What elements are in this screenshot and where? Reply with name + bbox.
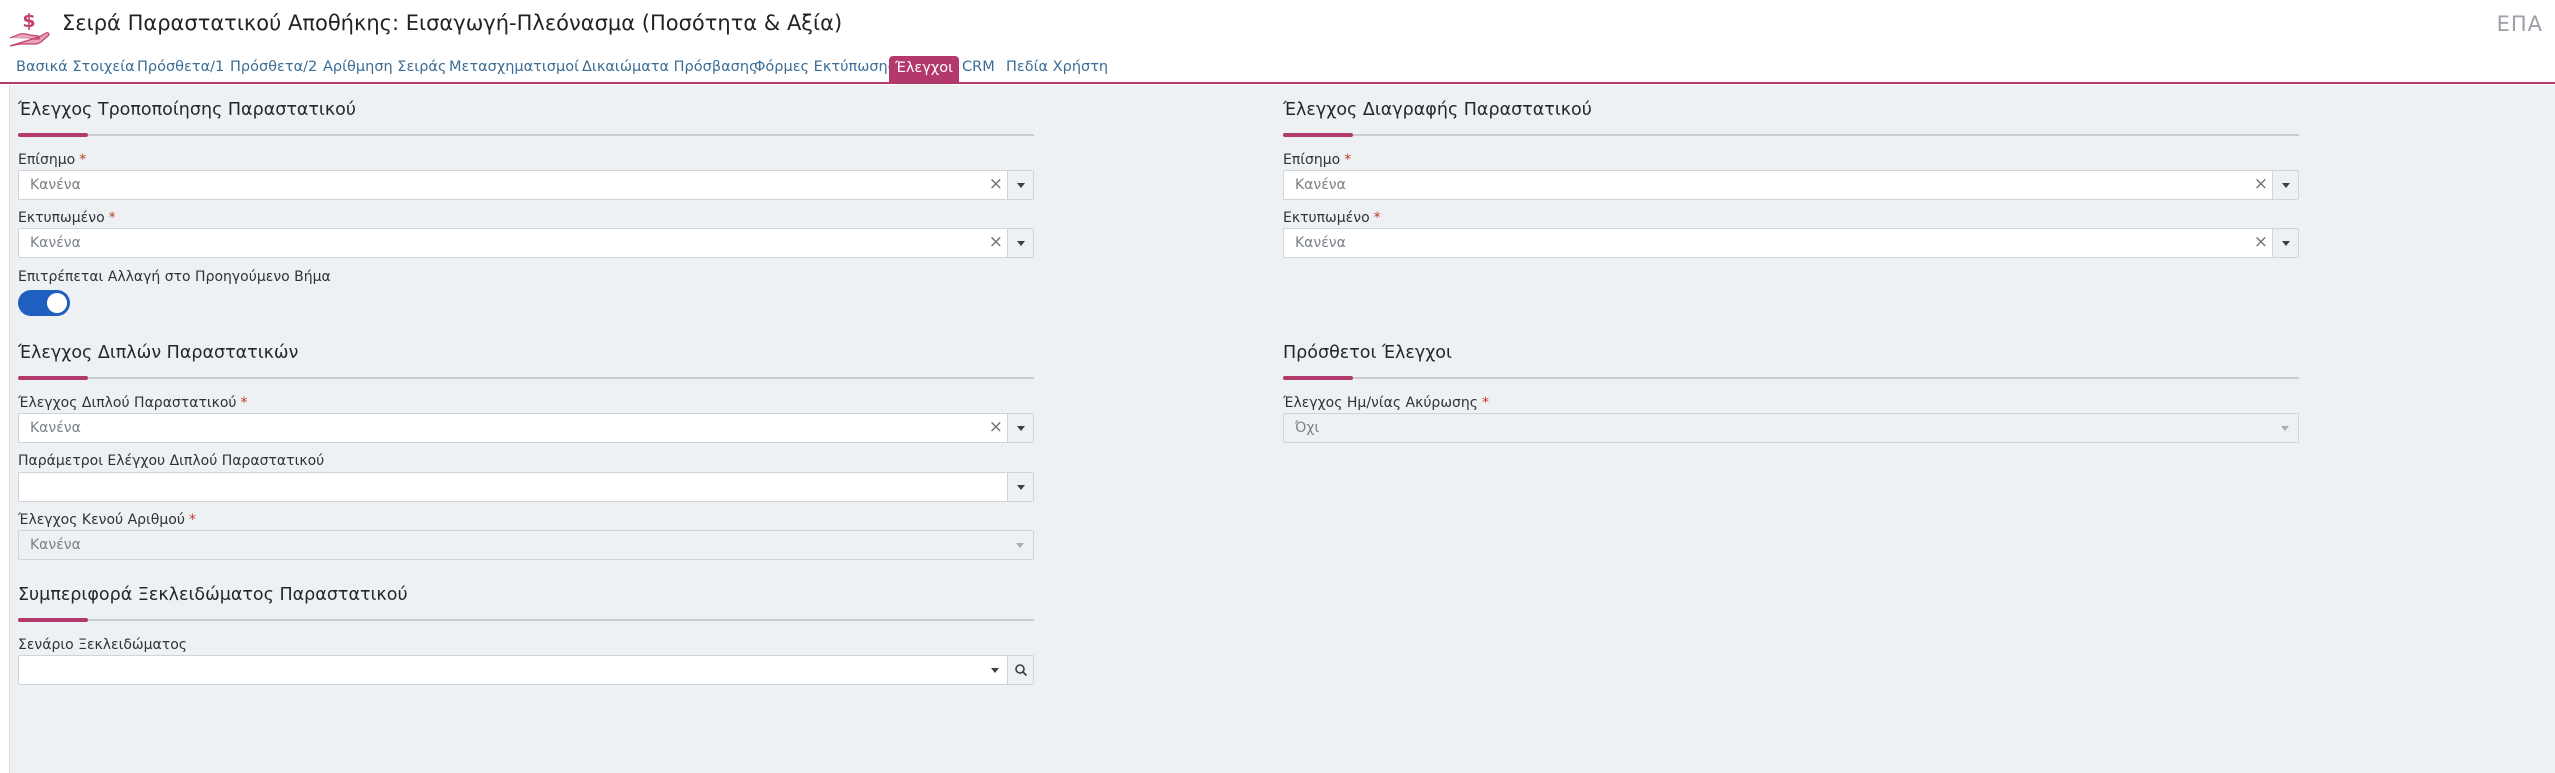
section-divider xyxy=(18,377,1034,379)
chevron-down-icon[interactable] xyxy=(983,656,1007,684)
form-content: Έλεγχος Τροποποίησης Παραστατικού Επίσημ… xyxy=(9,85,2555,773)
empty-number-label: Έλεγχος Κενού Αριθμού * xyxy=(18,512,196,528)
allow-prev-step-label: Επιτρέπεται Αλλαγή στο Προηγούμενο Βήμα xyxy=(18,269,331,285)
page-title: Σειρά Παραστατικού Αποθήκης: Εισαγωγή-Πλ… xyxy=(62,11,843,35)
section-title-extra: Πρόσθετοι Έλεγχοι xyxy=(1283,343,1452,363)
duplicate-check-label: Έλεγχος Διπλού Παραστατικού * xyxy=(18,395,248,411)
section-accent xyxy=(1283,133,1353,137)
delete-official-select[interactable]: Κανένα × xyxy=(1283,170,2299,200)
svg-text:$: $ xyxy=(22,10,35,32)
empty-number-select: Κανένα xyxy=(18,530,1034,560)
clear-icon[interactable]: × xyxy=(2254,174,2268,194)
cancel-date-label: Έλεγχος Ημ/νίας Ακύρωσης * xyxy=(1283,395,1490,411)
chevron-down-icon[interactable] xyxy=(1007,171,1033,199)
delete-printed-select[interactable]: Κανένα × xyxy=(1283,228,2299,258)
unlock-scenario-label: Σενάριο Ξεκλειδώματος xyxy=(18,637,187,653)
tab-crm[interactable]: CRM xyxy=(962,59,995,75)
tab-checks[interactable]: Έλεγχοι xyxy=(889,56,959,82)
tab-numbering[interactable]: Αρίθμηση Σειράς xyxy=(323,59,446,75)
section-title-modify: Έλεγχος Τροποποίησης Παραστατικού xyxy=(18,100,357,120)
chevron-down-icon xyxy=(2272,414,2298,442)
section-divider xyxy=(18,619,1034,621)
chevron-down-icon[interactable] xyxy=(1007,229,1033,257)
modify-printed-select[interactable]: Κανένα × xyxy=(18,228,1034,258)
tab-access-rights[interactable]: Δικαιώματα Πρόσβασης xyxy=(582,59,758,75)
clear-icon[interactable]: × xyxy=(989,417,1003,437)
section-accent xyxy=(1283,376,1353,380)
duplicate-params-select[interactable] xyxy=(18,472,1034,502)
section-accent xyxy=(18,376,88,380)
section-title-duplicate: Έλεγχος Διπλών Παραστατικών xyxy=(18,343,299,363)
search-button[interactable] xyxy=(1007,656,1033,684)
hand-dollar-icon: $ xyxy=(9,10,50,47)
search-icon xyxy=(1015,664,1028,677)
chevron-down-icon[interactable] xyxy=(1007,414,1033,442)
section-title-delete: Έλεγχος Διαγραφής Παραστατικού xyxy=(1283,100,1592,120)
section-divider xyxy=(1283,134,2299,136)
chevron-down-icon[interactable] xyxy=(2272,229,2298,257)
tab-extra-2[interactable]: Πρόσθετα/2 xyxy=(230,59,317,75)
tab-print-forms[interactable]: Φόρμες Εκτύπωσης xyxy=(754,59,896,75)
tab-transformations[interactable]: Μετασχηματισμοί xyxy=(449,59,579,75)
section-title-unlock: Συμπεριφορά Ξεκλειδώματος Παραστατικού xyxy=(18,585,408,605)
tab-user-fields[interactable]: Πεδία Χρήστη xyxy=(1006,59,1108,75)
title-bar: $ Σειρά Παραστατικού Αποθήκης: Εισαγωγή-… xyxy=(0,0,2555,52)
chevron-down-icon[interactable] xyxy=(2272,171,2298,199)
clear-icon[interactable]: × xyxy=(989,174,1003,194)
duplicate-params-label: Παράμετροι Ελέγχου Διπλού Παραστατικού xyxy=(18,453,325,469)
tab-bar: Βασικά Στοιχεία Πρόσθετα/1 Πρόσθετα/2 Αρ… xyxy=(0,55,2555,84)
printed-label: Εκτυπωμένο * xyxy=(18,210,116,226)
tab-extra-1[interactable]: Πρόσθετα/1 xyxy=(137,59,224,75)
clear-icon[interactable]: × xyxy=(2254,232,2268,252)
chevron-down-icon[interactable] xyxy=(1007,473,1033,501)
unlock-scenario-input[interactable] xyxy=(18,655,1034,685)
duplicate-check-select[interactable]: Κανένα × xyxy=(18,413,1034,443)
section-divider xyxy=(18,134,1034,136)
official-label: Επίσημο * xyxy=(1283,152,1352,168)
allow-prev-step-toggle[interactable] xyxy=(18,290,70,316)
printed-label: Εκτυπωμένο * xyxy=(1283,210,1381,226)
modify-official-select[interactable]: Κανένα × xyxy=(18,170,1034,200)
official-label: Επίσημο * xyxy=(18,152,87,168)
tab-basic[interactable]: Βασικά Στοιχεία xyxy=(16,59,135,75)
section-divider xyxy=(1283,377,2299,379)
section-accent xyxy=(18,618,88,622)
section-accent xyxy=(18,133,88,137)
cancel-date-select: Όχι xyxy=(1283,413,2299,443)
toggle-knob xyxy=(47,293,67,313)
clear-icon[interactable]: × xyxy=(989,232,1003,252)
chevron-down-icon xyxy=(1007,531,1033,559)
series-code: ΕΠΑ xyxy=(2496,12,2543,36)
